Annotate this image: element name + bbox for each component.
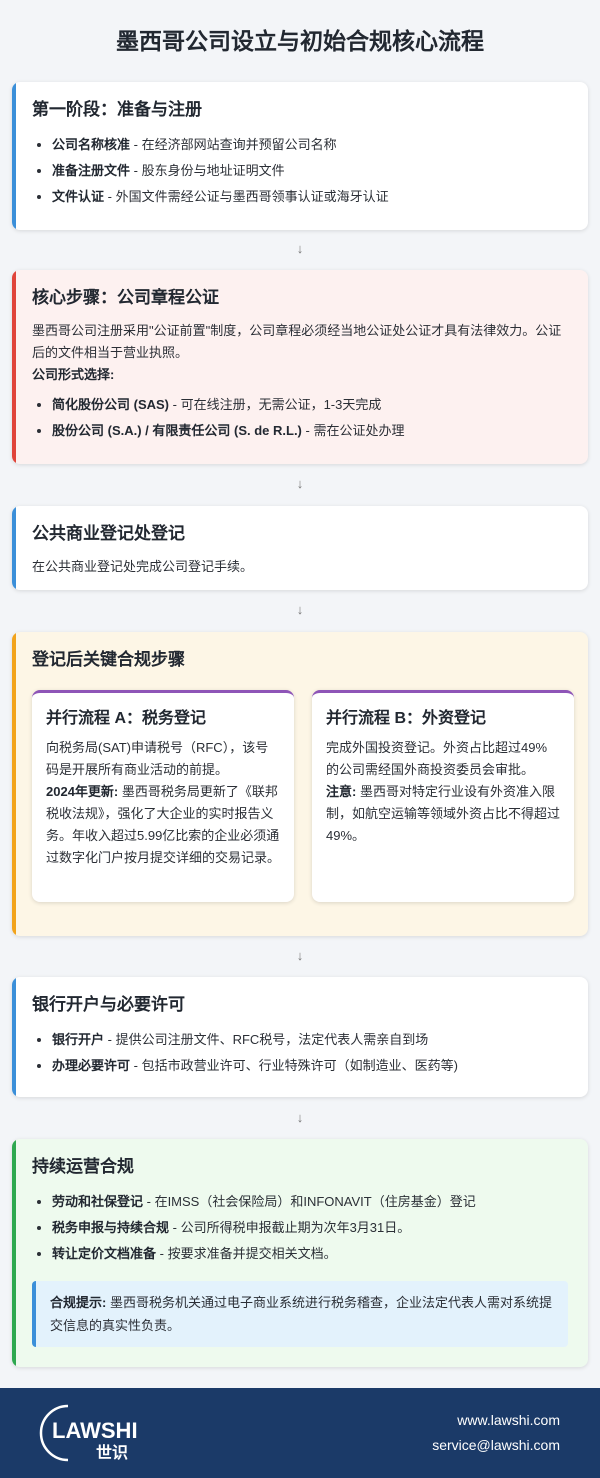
logo-wordmark: LAWSHI: [52, 1418, 138, 1443]
ongoing-title: 持续运营合规: [32, 1157, 134, 1176]
flow-arrow: ↓: [296, 602, 304, 617]
bank-title: 银行开户与必要许可: [32, 995, 185, 1014]
list-item: 劳动和社保登记 - 在IMSS（社会保险局）和INFONAVIT（住房基金）登记: [52, 1189, 568, 1215]
ongoing-list: 劳动和社保登记 - 在IMSS（社会保险局）和INFONAVIT（住房基金）登记…: [32, 1189, 568, 1267]
parallel-b-card: 并行流程 B：外资登记 完成外国投资登记。外资占比超过49%的公司需经国外商投资…: [312, 690, 574, 902]
parallel-a-description: 向税务局(SAT)申请税号（RFC），该号码是开展所有商业活动的前提。: [46, 740, 269, 777]
website-link[interactable]: www.lawshi.com: [432, 1408, 560, 1433]
list-item: 准备注册文件 - 股东身份与地址证明文件: [52, 158, 568, 184]
list-item: 转让定价文档准备 - 按要求准备并提交相关文档。: [52, 1241, 568, 1267]
post-card: 登记后关键合规步骤 并行流程 A：税务登记 向税务局(SAT)申请税号（RFC）…: [12, 632, 588, 936]
footer: LAWSHI 世识 www.lawshi.com service@lawshi.…: [0, 1388, 600, 1478]
flow-arrow: ↓: [296, 476, 304, 491]
stage1-card: 第一阶段：准备与注册 公司名称核准 - 在经济部网站查询并预留公司名称 准备注册…: [12, 82, 588, 230]
list-item: 文件认证 - 外国文件需经公证与墨西哥领事认证或海牙认证: [52, 184, 568, 210]
parallel-b-description: 完成外国投资登记。外资占比超过49%的公司需经国外商投资委员会审批。: [326, 740, 548, 777]
flow-arrow: ↓: [296, 948, 304, 963]
list-item: 简化股份公司 (SAS) - 可在线注册，无需公证，1-3天完成: [52, 392, 568, 418]
core-title: 核心步骤：公司章程公证: [32, 288, 219, 307]
post-title: 登记后关键合规步骤: [32, 650, 185, 669]
ongoing-card: 持续运营合规 劳动和社保登记 - 在IMSS（社会保险局）和INFONAVIT（…: [12, 1139, 588, 1367]
bank-list: 银行开户 - 提供公司注册文件、RFC税号，法定代表人需亲自到场 办理必要许可 …: [32, 1027, 568, 1079]
flow-arrow: ↓: [296, 1110, 304, 1125]
registry-card: 公共商业登记处登记 在公共商业登记处完成公司登记手续。: [12, 506, 588, 590]
list-item: 税务申报与持续合规 - 公司所得税申报截止期为次年3月31日。: [52, 1215, 568, 1241]
registry-title: 公共商业登记处登记: [32, 524, 185, 543]
list-item: 银行开户 - 提供公司注册文件、RFC税号，法定代表人需亲自到场: [52, 1027, 568, 1053]
compliance-tip: 合规提示: 墨西哥税务机关通过电子商业系统进行税务稽查，企业法定代表人需对系统提…: [32, 1281, 568, 1347]
parallel-a-title: 并行流程 A：税务登记: [46, 710, 207, 727]
core-list: 简化股份公司 (SAS) - 可在线注册，无需公证，1-3天完成 股份公司 (S…: [32, 392, 568, 444]
list-item: 股份公司 (S.A.) / 有限责任公司 (S. de R.L.) - 需在公证…: [52, 418, 568, 444]
parallel-b-note: 注意: 墨西哥对特定行业设有外资准入限制，如航空运输等领域外资占比不得超过49%…: [326, 784, 561, 843]
parallel-a-card: 并行流程 A：税务登记 向税务局(SAT)申请税号（RFC），该号码是开展所有商…: [32, 690, 294, 902]
bank-card: 银行开户与必要许可 银行开户 - 提供公司注册文件、RFC税号，法定代表人需亲自…: [12, 977, 588, 1097]
core-form-label: 公司形式选择:: [32, 367, 115, 382]
list-item: 办理必要许可 - 包括市政营业许可、行业特殊许可（如制造业、医药等): [52, 1053, 568, 1079]
footer-contact: www.lawshi.com service@lawshi.com: [432, 1408, 560, 1458]
registry-description: 在公共商业登记处完成公司登记手续。: [32, 559, 254, 574]
parallel-a-update: 2024年更新: 墨西哥税务局更新了《联邦税收法规》，强化了大企业的实时报告义务…: [46, 784, 281, 865]
core-card: 核心步骤：公司章程公证 墨西哥公司注册采用"公证前置"制度，公司章程必须经当地公…: [12, 270, 588, 464]
email-link[interactable]: service@lawshi.com: [432, 1433, 560, 1458]
parallel-b-title: 并行流程 B：外资登记: [326, 710, 487, 727]
logo-cn: 世识: [96, 1443, 128, 1462]
stage1-list: 公司名称核准 - 在经济部网站查询并预留公司名称 准备注册文件 - 股东身份与地…: [32, 132, 568, 210]
list-item: 公司名称核准 - 在经济部网站查询并预留公司名称: [52, 132, 568, 158]
flow-arrow: ↓: [296, 241, 304, 256]
core-description: 墨西哥公司注册采用"公证前置"制度，公司章程必须经当地公证处公证才具有法律效力。…: [32, 323, 562, 360]
lawshi-logo: LAWSHI 世识: [39, 1404, 138, 1462]
stage1-title: 第一阶段：准备与注册: [32, 100, 202, 119]
page-title: 墨西哥公司设立与初始合规核心流程: [116, 28, 484, 54]
